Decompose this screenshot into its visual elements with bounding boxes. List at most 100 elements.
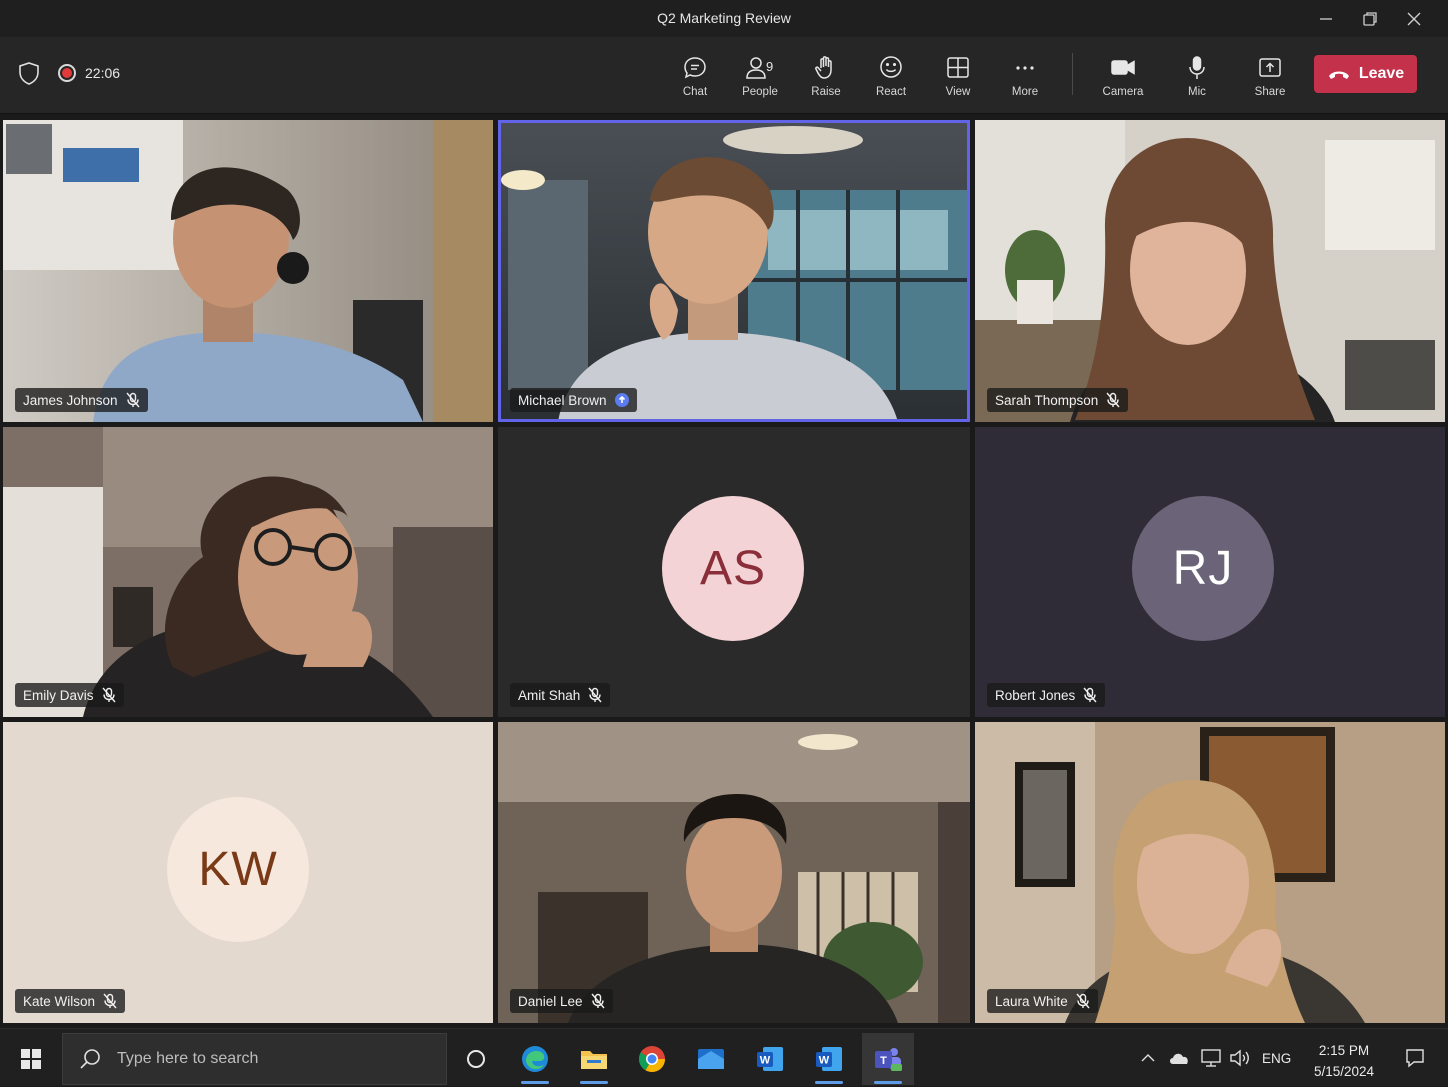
taskbar-app-word[interactable]: W <box>744 1033 796 1085</box>
leave-button[interactable]: Leave <box>1314 55 1417 93</box>
share-button[interactable]: Share <box>1238 55 1302 103</box>
onedrive-tray[interactable] <box>1168 1029 1190 1087</box>
more-label: More <box>1011 86 1039 98</box>
participant-tile-daniel-lee[interactable]: Daniel Lee <box>498 722 970 1023</box>
people-button[interactable]: 9 People <box>728 55 792 103</box>
mic-muted-icon <box>1083 687 1097 703</box>
participant-tile-amit-shah[interactable]: AS Amit Shah <box>498 427 970 717</box>
participant-name-tag: Sarah Thompson <box>987 388 1129 412</box>
search-input[interactable] <box>117 1050 417 1068</box>
taskbar-app-chrome[interactable] <box>626 1033 678 1085</box>
minimize-button[interactable] <box>1304 0 1348 37</box>
meeting-timer: 22:06 <box>85 65 121 81</box>
hang-up-icon <box>1328 71 1349 79</box>
folder-icon <box>581 1051 607 1069</box>
mic-muted-icon <box>588 687 602 703</box>
participant-name-tag: Kate Wilson <box>15 989 126 1013</box>
taskbar-app-teams[interactable]: T <box>862 1033 914 1085</box>
close-icon <box>1407 12 1421 25</box>
participant-name: Laura White <box>995 993 1068 1009</box>
mic-label: Mic <box>1188 86 1206 98</box>
mic-muted-icon <box>103 993 117 1009</box>
participant-name: Kate Wilson <box>23 993 96 1009</box>
close-window-button[interactable] <box>1392 0 1436 37</box>
taskbar-clock[interactable]: 2:15 PM 5/15/2024 <box>1304 1040 1384 1082</box>
mic-muted-icon <box>101 687 116 703</box>
taskbar-app-edge[interactable] <box>509 1033 561 1085</box>
notification-icon <box>1406 1049 1424 1068</box>
show-hidden-icons[interactable] <box>1140 1029 1156 1087</box>
participant-video <box>975 120 1445 422</box>
participant-tile-sarah-thompson[interactable]: Sarah Thompson <box>975 120 1445 422</box>
task-view-button[interactable] <box>450 1033 502 1085</box>
participant-video <box>498 722 970 1023</box>
people-count: 9 <box>766 59 774 74</box>
svg-text:W: W <box>819 1055 830 1067</box>
mic-muted-icon <box>591 993 605 1009</box>
chat-label: Chat <box>682 86 708 98</box>
participant-name: Emily Davis <box>23 687 94 703</box>
raise-hand-icon <box>815 56 832 79</box>
more-button[interactable]: More <box>993 55 1057 103</box>
participant-name-tag: Laura White <box>987 989 1098 1013</box>
start-button[interactable] <box>5 1033 57 1085</box>
participant-name-tag: Robert Jones <box>987 683 1106 707</box>
people-label: People <box>742 86 778 98</box>
participant-tile-laura-white[interactable]: Laura White <box>975 722 1445 1023</box>
chrome-icon <box>638 1046 666 1073</box>
react-button[interactable]: React <box>859 55 923 103</box>
chat-button[interactable]: Chat <box>663 55 727 103</box>
share-label: Share <box>1254 86 1286 98</box>
participant-name: James Johnson <box>23 392 118 408</box>
language-indicator[interactable]: ENG <box>1262 1029 1291 1087</box>
participant-tile-emily-davis[interactable]: Emily Davis <box>3 427 493 717</box>
participant-name-tag: Amit Shah <box>510 683 611 707</box>
chat-icon <box>684 57 706 79</box>
raise-hand-button[interactable]: Raise <box>794 55 858 103</box>
avatar: RJ <box>1132 496 1274 641</box>
teams-icon: T <box>875 1048 902 1071</box>
camera-button[interactable]: Camera <box>1091 55 1155 103</box>
grid-view-icon <box>947 57 969 78</box>
shield-icon[interactable] <box>18 61 40 85</box>
participant-name: Daniel Lee <box>518 993 583 1009</box>
participant-tile-michael-brown[interactable]: Michael Brown <box>498 120 970 422</box>
participant-name: Amit Shah <box>518 687 581 703</box>
view-button[interactable]: View <box>926 55 990 103</box>
speaking-indicator-icon <box>614 393 629 407</box>
participant-tile-robert-jones[interactable]: RJ Robert Jones <box>975 427 1445 717</box>
more-icon <box>1016 66 1034 70</box>
taskbar-app-word-2[interactable]: W <box>803 1033 855 1085</box>
mic-button[interactable]: Mic <box>1165 55 1229 103</box>
participant-tile-kate-wilson[interactable]: KW Kate Wilson <box>3 722 493 1023</box>
taskbar-search[interactable] <box>62 1033 447 1085</box>
window-titlebar: Q2 Marketing Review <box>0 0 1448 37</box>
mic-muted-icon <box>126 392 140 408</box>
svg-text:W: W <box>760 1055 771 1067</box>
participant-name-tag: James Johnson <box>15 388 148 412</box>
word-icon: W <box>816 1047 842 1071</box>
window-title: Q2 Marketing Review <box>657 10 791 26</box>
restore-icon <box>1363 11 1377 26</box>
camera-icon <box>1111 60 1135 75</box>
restore-button[interactable] <box>1348 0 1392 37</box>
participant-video <box>3 120 493 422</box>
toolbar-divider <box>1072 53 1073 95</box>
leave-label: Leave <box>1358 65 1405 82</box>
participant-tile-james-johnson[interactable]: James Johnson <box>3 120 493 422</box>
task-view-icon <box>467 1050 485 1068</box>
clock-time: 2:15 PM <box>1318 1043 1370 1058</box>
share-screen-icon <box>1259 58 1281 77</box>
svg-text:T: T <box>880 1055 887 1067</box>
meeting-status: 22:06 <box>18 61 120 85</box>
view-label: View <box>945 86 971 98</box>
participant-video <box>3 427 493 717</box>
network-tray[interactable] <box>1200 1029 1222 1087</box>
taskbar-app-file-explorer[interactable] <box>568 1033 620 1085</box>
volume-tray[interactable] <box>1229 1029 1251 1087</box>
taskbar-app-mail[interactable] <box>685 1033 737 1085</box>
react-label: React <box>875 86 907 98</box>
windows-taskbar: W W T ENG 2:15 PM 5/15/2024 <box>0 1028 1448 1086</box>
minimize-icon <box>1320 17 1332 20</box>
notifications-button[interactable] <box>1404 1029 1426 1087</box>
